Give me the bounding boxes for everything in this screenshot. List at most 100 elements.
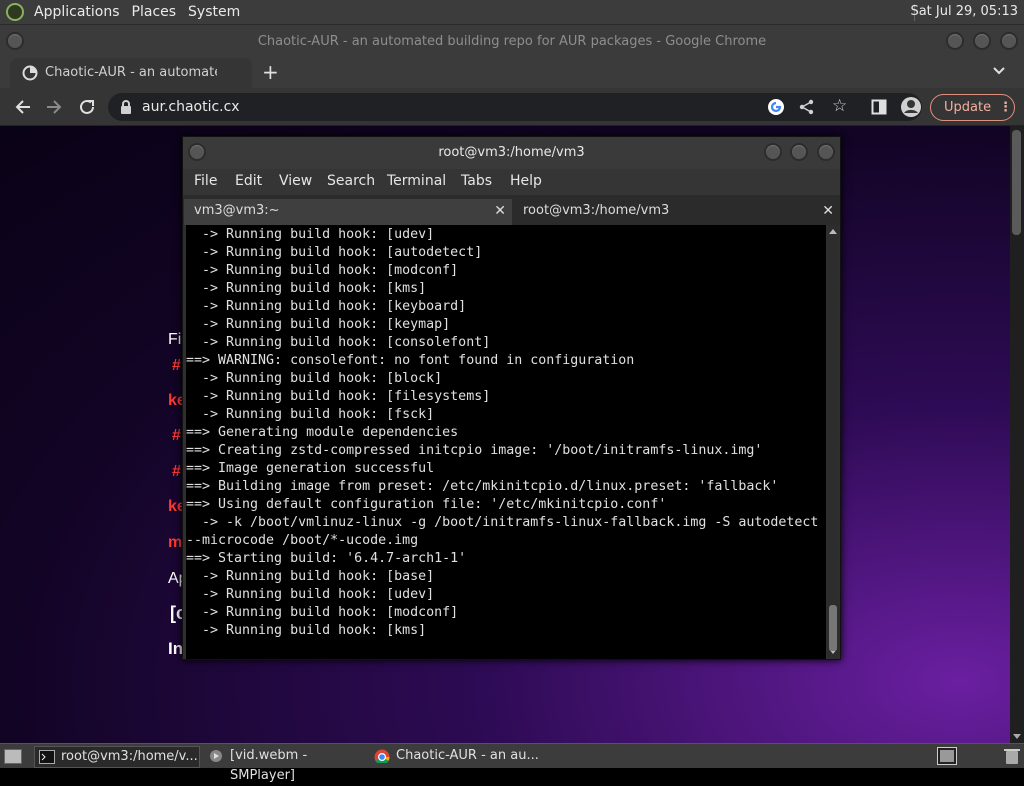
chrome-icon	[374, 749, 390, 763]
tab-close-icon[interactable]: ✕	[822, 199, 834, 223]
terminal-line: -> Running build hook: [fsck]	[186, 407, 435, 422]
terminal-line: -> Running build hook: [keyboard]	[186, 299, 467, 314]
applications-menu[interactable]: Applications	[34, 4, 120, 20]
menu-file[interactable]: File	[194, 173, 217, 189]
terminal-icon	[39, 750, 55, 764]
terminal-close-button[interactable]	[817, 143, 835, 161]
chaotic-favicon-icon	[22, 65, 38, 81]
terminal-line: -> Running build hook: [udev]	[186, 587, 435, 602]
bottom-panel: root@vm3:/home/v... [vid.webm - SMPlayer…	[0, 743, 1024, 783]
gnome-logo-icon[interactable]	[6, 3, 24, 21]
terminal-line: -> Running build hook: [keymap]	[186, 317, 451, 332]
places-menu[interactable]: Places	[132, 4, 177, 20]
maximize-button[interactable]	[973, 32, 991, 50]
terminal-line: --microcode /boot/*-ucode.img	[186, 533, 419, 548]
terminal-output[interactable]: -> Running build hook: [udev] -> Running…	[186, 225, 826, 659]
workspace-switcher-icon[interactable]	[937, 747, 957, 765]
terminal-line: -> Running build hook: [modconf]	[186, 605, 459, 620]
page-text-fragment: #	[172, 463, 181, 480]
google-icon[interactable]	[767, 98, 785, 116]
menu-edit[interactable]: Edit	[235, 173, 262, 189]
terminal-tab-label: vm3@vm3:~	[194, 203, 280, 218]
tab-title: Chaotic-AUR - an automated b	[45, 65, 217, 80]
top-panel: Applications Places System Sat Jul 29, 0…	[0, 0, 1024, 25]
kebab-menu-icon[interactable]: ⋮	[999, 95, 1012, 120]
browser-tab[interactable]: Chaotic-AUR - an automated b	[10, 58, 252, 88]
update-button[interactable]: Update ⋮	[930, 94, 1015, 121]
url-text[interactable]: aur.chaotic.cx	[142, 99, 240, 115]
terminal-menubar: File Edit View Search Terminal Tabs Help	[183, 169, 840, 195]
terminal-line: -> Running build hook: [udev]	[186, 227, 435, 242]
terminal-line: ==> Starting build: '6.4.7-arch1-1'	[186, 551, 467, 566]
terminal-line: ==> Using default configuration file: '/…	[186, 497, 667, 512]
minimize-button[interactable]	[946, 32, 964, 50]
profile-avatar-icon[interactable]	[900, 96, 922, 118]
terminal-line: -> Running build hook: [modconf]	[186, 263, 459, 278]
terminal-line: ==> Building image from preset: /etc/mki…	[186, 479, 779, 494]
terminal-line: ==> Image generation successful	[186, 461, 435, 476]
chrome-title-bar: Chaotic-AUR - an automated building repo…	[0, 25, 1024, 58]
terminal-line: -> Running build hook: [autodetect]	[186, 245, 483, 260]
terminal-line: -> Running build hook: [kms]	[186, 281, 427, 296]
terminal-line: ==> WARNING: consolefont: no font found …	[186, 353, 635, 368]
terminal-line: -> -k /boot/vmlinuz-linux -g /boot/initr…	[186, 515, 819, 530]
page-text-fragment: m	[168, 534, 183, 551]
taskbar-item-terminal[interactable]: root@vm3:/home/v...	[34, 746, 200, 768]
terminal-maximize-button[interactable]	[790, 143, 808, 161]
terminal-line: -> Running build hook: [filesystems]	[186, 389, 491, 404]
terminal-tab-label: root@vm3:/home/vm3	[523, 203, 670, 218]
taskbar-label: Chaotic-AUR - an au...	[396, 748, 539, 763]
side-panel-icon[interactable]	[871, 99, 887, 115]
terminal-line: -> Running build hook: [kms]	[186, 623, 427, 638]
menu-help[interactable]: Help	[510, 173, 542, 189]
terminal-line: -> Running build hook: [consolefont]	[186, 335, 491, 350]
terminal-scrollbar-thumb[interactable]	[829, 605, 837, 651]
terminal-line: ==> Creating zstd-compressed initcpio im…	[186, 443, 763, 458]
clock[interactable]: Sat Jul 29, 05:13	[910, 4, 1018, 19]
smplayer-icon	[210, 750, 222, 762]
page-text-fragment: Fi	[168, 331, 182, 348]
page-text-fragment: #	[172, 357, 181, 374]
terminal-scrollbar[interactable]	[827, 225, 839, 659]
system-menu[interactable]: System	[188, 4, 240, 20]
terminal-line: -> Running build hook: [block]	[186, 371, 443, 386]
taskbar-label: root@vm3:/home/v...	[61, 749, 198, 764]
new-tab-icon[interactable]: +	[262, 62, 279, 82]
terminal-title-bar[interactable]: root@vm3:/home/vm3	[183, 137, 840, 169]
address-bar[interactable]: aur.chaotic.cx ☆	[108, 93, 922, 121]
menu-view[interactable]: View	[279, 173, 312, 189]
terminal-tab-vm3[interactable]: vm3@vm3:~ ✕	[184, 199, 512, 225]
terminal-minimize-button[interactable]	[764, 143, 782, 161]
window-menu-button[interactable]	[6, 32, 24, 50]
tab-close-icon[interactable]: ✕	[494, 199, 506, 223]
share-icon[interactable]	[798, 98, 816, 116]
terminal-title: root@vm3:/home/vm3	[438, 145, 585, 160]
trash-icon[interactable]	[1003, 747, 1021, 765]
terminal-line: -> Running build hook: [base]	[186, 569, 435, 584]
tab-search-chevron-icon[interactable]	[992, 66, 1006, 76]
terminal-window-menu-button[interactable]	[188, 143, 206, 161]
scroll-up-arrow-icon[interactable]	[829, 228, 837, 234]
page-text-fragment: In	[168, 639, 184, 658]
bookmark-star-icon[interactable]: ☆	[832, 96, 847, 116]
window-title: Chaotic-AUR - an automated building repo…	[257, 34, 767, 49]
taskbar-item-smplayer[interactable]: [vid.webm - SMPlayer]	[204, 746, 370, 783]
lock-icon[interactable]	[119, 99, 133, 115]
scroll-down-arrow-icon[interactable]	[1012, 733, 1022, 741]
menu-tabs[interactable]: Tabs	[461, 173, 492, 189]
reload-icon[interactable]	[78, 98, 96, 116]
menu-terminal[interactable]: Terminal	[387, 173, 446, 189]
terminal-tab-root[interactable]: root@vm3:/home/vm3 ✕	[513, 199, 840, 225]
menu-search[interactable]: Search	[327, 173, 375, 189]
back-arrow-icon[interactable]	[14, 98, 32, 116]
taskbar-label: [vid.webm - SMPlayer]	[230, 748, 308, 783]
terminal-tab-bar: vm3@vm3:~ ✕ root@vm3:/home/vm3 ✕	[183, 195, 840, 225]
terminal-window: root@vm3:/home/vm3 File Edit View Search…	[182, 136, 841, 660]
terminal-line: ==> Generating module dependencies	[186, 425, 459, 440]
close-button[interactable]	[1000, 32, 1018, 50]
page-scrollbar-thumb[interactable]	[1012, 130, 1021, 235]
show-desktop-icon[interactable]	[4, 749, 22, 764]
update-label: Update	[944, 100, 992, 115]
taskbar-item-chrome[interactable]: Chaotic-AUR - an au...	[370, 746, 540, 768]
forward-arrow-icon[interactable]	[45, 98, 63, 116]
